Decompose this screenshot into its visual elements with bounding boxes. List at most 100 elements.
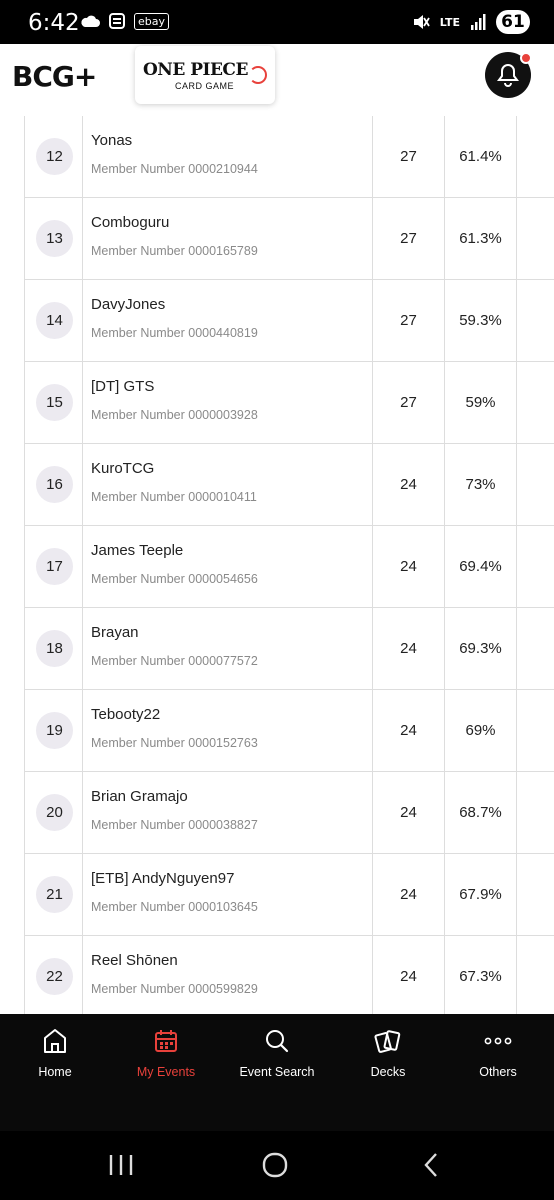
player-cell: Brayan Member Number 0000077572 [83, 608, 373, 689]
member-number: Member Number 0000103645 [91, 900, 258, 914]
member-number: Member Number 0000210944 [91, 162, 258, 176]
points-cell: 24 [373, 936, 445, 1014]
notification-bell-button[interactable] [485, 52, 532, 98]
rank-badge: 14 [36, 302, 73, 339]
more-icon [484, 1037, 512, 1045]
rank-badge: 17 [36, 548, 73, 585]
table-row[interactable]: 21 [ETB] AndyNguyen97 Member Number 0000… [24, 854, 554, 936]
table-row[interactable]: 14 DavyJones Member Number 0000440819 27… [24, 280, 554, 362]
nav-my-events[interactable]: My Events [111, 1014, 221, 1104]
player-name: [DT] GTS [91, 378, 155, 395]
home-icon [44, 1029, 66, 1053]
player-name: Brayan [91, 624, 139, 641]
member-number: Member Number 0000599829 [91, 982, 258, 996]
nav-home-label: Home [38, 1065, 72, 1079]
recents-button[interactable] [106, 1151, 136, 1179]
table-row[interactable]: 13 Comboguru Member Number 0000165789 27… [24, 198, 554, 280]
one-piece-logo[interactable]: ONE PIECE CARD GAME [135, 46, 275, 104]
member-number: Member Number 0000038827 [91, 818, 258, 832]
bottom-nav: Home My Events Event Search Decks Others [0, 1014, 554, 1131]
nav-home[interactable]: Home [0, 1014, 110, 1104]
nav-decks[interactable]: Decks [333, 1014, 443, 1104]
rank-cell: 20 [24, 772, 83, 853]
cards-icon [374, 1030, 401, 1053]
notification-dot [520, 52, 532, 64]
rank-badge: 18 [36, 630, 73, 667]
rank-cell: 14 [24, 280, 83, 361]
member-number: Member Number 0000054656 [91, 572, 258, 586]
player-cell: James Teeple Member Number 0000054656 [83, 526, 373, 607]
back-button[interactable] [418, 1151, 444, 1179]
player-name: DavyJones [91, 296, 166, 313]
rank-cell: 13 [24, 198, 83, 279]
recents-icon [109, 1155, 133, 1175]
nav-others[interactable]: Others [443, 1014, 553, 1104]
player-name: Reel Shōnen [91, 952, 178, 969]
points-cell: 27 [373, 280, 445, 361]
nav-event-search[interactable]: Event Search [222, 1014, 332, 1104]
win-rate-cell: 69% [445, 690, 517, 771]
player-name: Yonas [91, 132, 133, 149]
table-row[interactable]: 12 Yonas Member Number 0000210944 27 61.… [24, 116, 554, 198]
points-cell: 24 [373, 444, 445, 525]
nav-my-events-label: My Events [136, 1065, 196, 1079]
player-cell: Comboguru Member Number 0000165789 [83, 198, 373, 279]
table-row[interactable]: 20 Brian Gramajo Member Number 000003882… [24, 772, 554, 854]
table-row[interactable]: 15 [DT] GTS Member Number 0000003928 27 … [24, 362, 554, 444]
home-button[interactable] [260, 1151, 290, 1179]
player-name: Tebooty22 [91, 706, 161, 723]
points-cell: 24 [373, 526, 445, 607]
standings-table[interactable]: 12 Yonas Member Number 0000210944 27 61.… [0, 108, 554, 1014]
player-cell: Yonas Member Number 0000210944 [83, 116, 373, 197]
rank-cell: 12 [24, 116, 83, 197]
member-number: Member Number 0000010411 [91, 490, 257, 504]
rank-cell: 17 [24, 526, 83, 607]
rank-badge: 21 [36, 876, 73, 913]
points-cell: 24 [373, 854, 445, 935]
rank-cell: 18 [24, 608, 83, 689]
player-cell: [ETB] AndyNguyen97 Member Number 0000103… [83, 854, 373, 935]
table-row[interactable]: 22 Reel Shōnen Member Number 0000599829 … [24, 936, 554, 1014]
rank-cell: 16 [24, 444, 83, 525]
table-row[interactable]: 17 James Teeple Member Number 0000054656… [24, 526, 554, 608]
win-rate-cell: 67.9% [445, 854, 517, 935]
network-type: LTE [439, 15, 460, 29]
player-name: KuroTCG [91, 460, 155, 477]
app-logo[interactable]: BCG+ [12, 60, 97, 93]
member-number: Member Number 0000003928 [91, 408, 258, 422]
app-header: BCG+ ONE PIECE CARD GAME [0, 44, 554, 108]
player-cell: DavyJones Member Number 0000440819 [83, 280, 373, 361]
rank-cell: 22 [24, 936, 83, 1014]
player-name: [ETB] AndyNguyen97 [91, 870, 235, 887]
points-cell: 24 [373, 690, 445, 771]
points-cell: 24 [373, 772, 445, 853]
status-bar: 6:42 ebay LTE 61 [0, 0, 554, 44]
points-cell: 27 [373, 116, 445, 197]
table-row[interactable]: 18 Brayan Member Number 0000077572 24 69… [24, 608, 554, 690]
battery-indicator: 61 [496, 10, 530, 34]
win-rate-cell: 59% [445, 362, 517, 443]
home-circle-icon [262, 1152, 288, 1178]
search-icon [266, 1030, 289, 1053]
nav-decks-label: Decks [370, 1065, 406, 1079]
rank-badge: 19 [36, 712, 73, 749]
win-rate-cell: 67.3% [445, 936, 517, 1014]
signal-icon [471, 14, 486, 30]
mute-icon [413, 15, 430, 29]
win-rate-cell: 69.4% [445, 526, 517, 607]
back-icon [424, 1153, 437, 1177]
table-row[interactable]: 16 KuroTCG Member Number 0000010411 24 7… [24, 444, 554, 526]
rank-badge: 20 [36, 794, 73, 831]
member-number: Member Number 0000165789 [91, 244, 258, 258]
system-status: LTE 61 [412, 10, 530, 34]
bell-icon [497, 63, 519, 87]
rank-badge: 15 [36, 384, 73, 421]
rank-badge: 22 [36, 958, 73, 995]
win-rate-cell: 73% [445, 444, 517, 525]
nav-others-label: Others [479, 1065, 517, 1079]
rank-cell: 15 [24, 362, 83, 443]
player-cell: KuroTCG Member Number 0000010411 [83, 444, 373, 525]
member-number: Member Number 0000440819 [91, 326, 258, 340]
table-row[interactable]: 19 Tebooty22 Member Number 0000152763 24… [24, 690, 554, 772]
member-number: Member Number 0000077572 [91, 654, 258, 668]
